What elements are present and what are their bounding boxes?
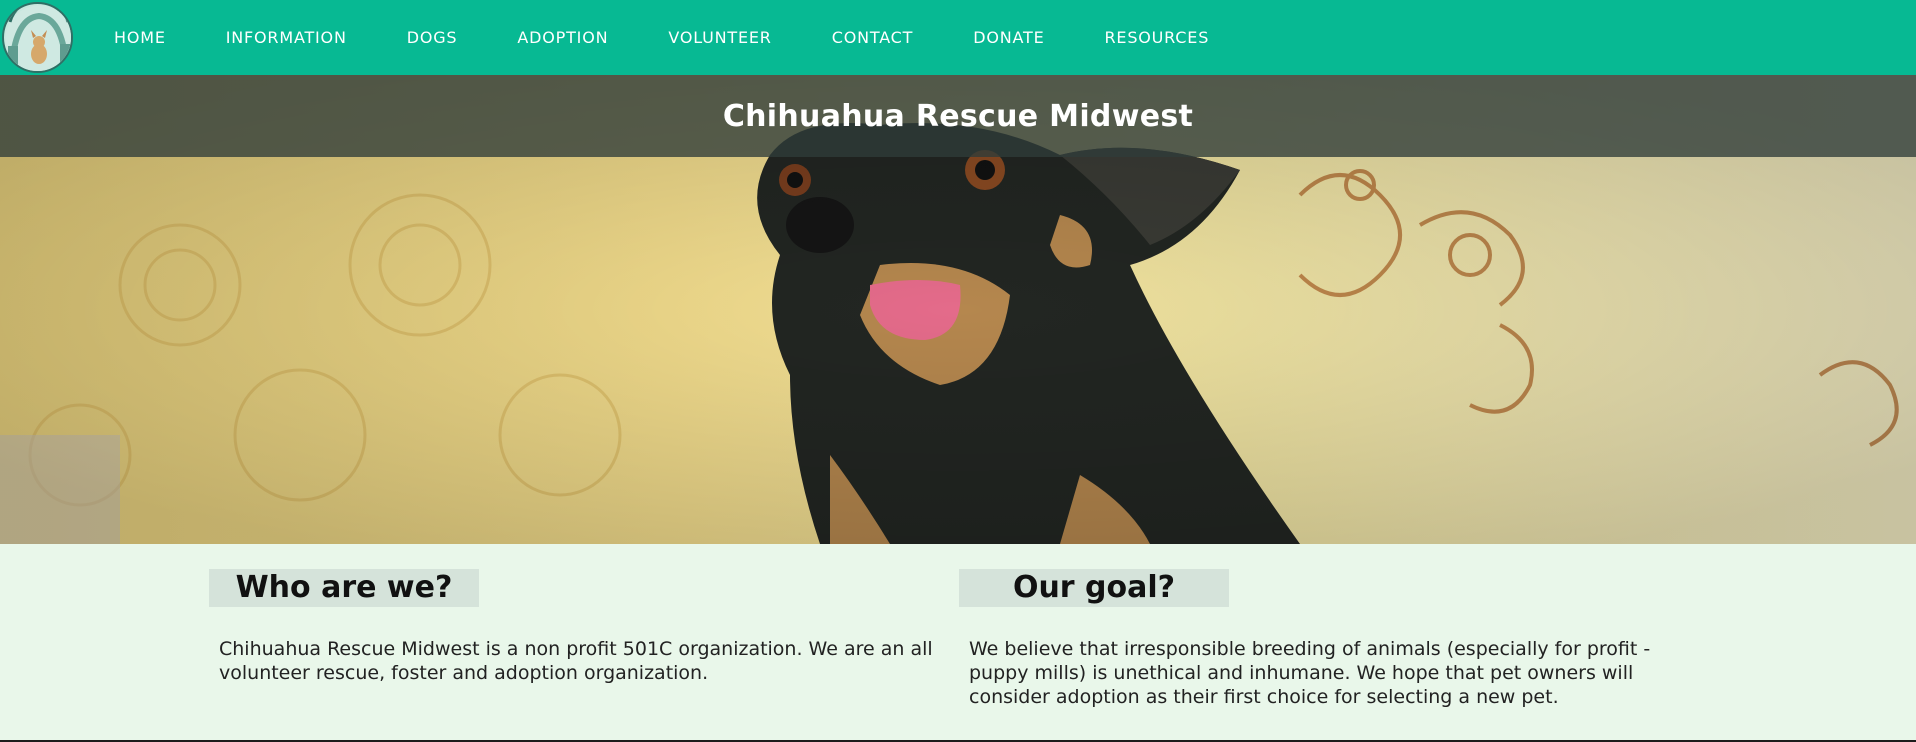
logo-image xyxy=(5,4,71,71)
nav-information[interactable]: INFORMATION xyxy=(226,28,347,47)
our-goal-heading: Our goal? xyxy=(959,569,1229,607)
top-navbar: HOME INFORMATION DOGS ADOPTION VOLUNTEER… xyxy=(0,0,1916,75)
hero-title-band: Chihuahua Rescue Midwest xyxy=(0,75,1916,157)
nav-contact[interactable]: CONTACT xyxy=(832,28,913,47)
who-are-we-column: Who are we? Chihuahua Rescue Midwest is … xyxy=(209,544,939,685)
our-goal-text: We believe that irresponsible breeding o… xyxy=(969,638,1651,708)
who-are-we-heading: Who are we? xyxy=(209,569,479,607)
our-goal-column: Our goal? We believe that irresponsible … xyxy=(959,544,1689,709)
intro-section: Who are we? Chihuahua Rescue Midwest is … xyxy=(0,544,1916,742)
nav-menu: HOME INFORMATION DOGS ADOPTION VOLUNTEER… xyxy=(114,0,1269,75)
nav-volunteer[interactable]: VOLUNTEER xyxy=(668,28,771,47)
nav-donate[interactable]: DONATE xyxy=(973,28,1044,47)
who-are-we-text: Chihuahua Rescue Midwest is a non profit… xyxy=(219,638,933,684)
nav-dogs[interactable]: DOGS xyxy=(407,28,458,47)
nav-adoption[interactable]: ADOPTION xyxy=(517,28,608,47)
nav-home[interactable]: HOME xyxy=(114,28,166,47)
site-logo[interactable] xyxy=(2,2,73,73)
site-title: Chihuahua Rescue Midwest xyxy=(722,98,1194,134)
nav-resources[interactable]: RESOURCES xyxy=(1105,28,1210,47)
